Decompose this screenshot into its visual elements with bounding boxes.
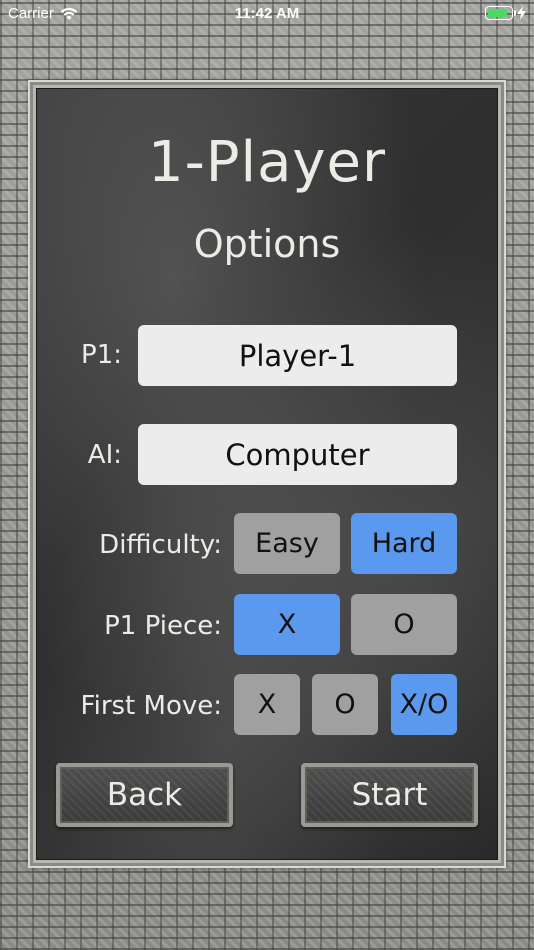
difficulty-label: Difficulty: bbox=[99, 530, 222, 560]
status-bar: Carrier 11:42 AM bbox=[0, 0, 534, 28]
back-button[interactable]: Back bbox=[56, 763, 233, 827]
battery-icon bbox=[485, 6, 516, 20]
p1-piece-o-button[interactable]: O bbox=[351, 594, 457, 655]
page-title: 1-Player bbox=[147, 130, 387, 195]
charging-bolt-icon bbox=[517, 6, 526, 20]
ai-name-field[interactable]: Computer bbox=[138, 424, 457, 485]
p1-label: P1: bbox=[81, 340, 122, 370]
ai-label: AI: bbox=[87, 440, 122, 470]
p1-piece-x-button[interactable]: X bbox=[234, 594, 340, 655]
first-move-x-button[interactable]: X bbox=[234, 674, 300, 735]
p1-name-field[interactable]: Player-1 bbox=[138, 325, 457, 386]
battery-level bbox=[488, 9, 507, 17]
battery-status bbox=[485, 6, 526, 20]
first-move-xo-button[interactable]: X/O bbox=[391, 674, 457, 735]
start-button[interactable]: Start bbox=[301, 763, 478, 827]
first-move-o-button[interactable]: O bbox=[312, 674, 378, 735]
status-time: 11:42 AM bbox=[234, 5, 300, 22]
p1-piece-label: P1 Piece: bbox=[104, 611, 222, 641]
difficulty-easy-button[interactable]: Easy bbox=[234, 513, 340, 574]
difficulty-hard-button[interactable]: Hard bbox=[351, 513, 457, 574]
page-subtitle: Options bbox=[193, 222, 341, 266]
first-move-label: First Move: bbox=[80, 691, 222, 721]
